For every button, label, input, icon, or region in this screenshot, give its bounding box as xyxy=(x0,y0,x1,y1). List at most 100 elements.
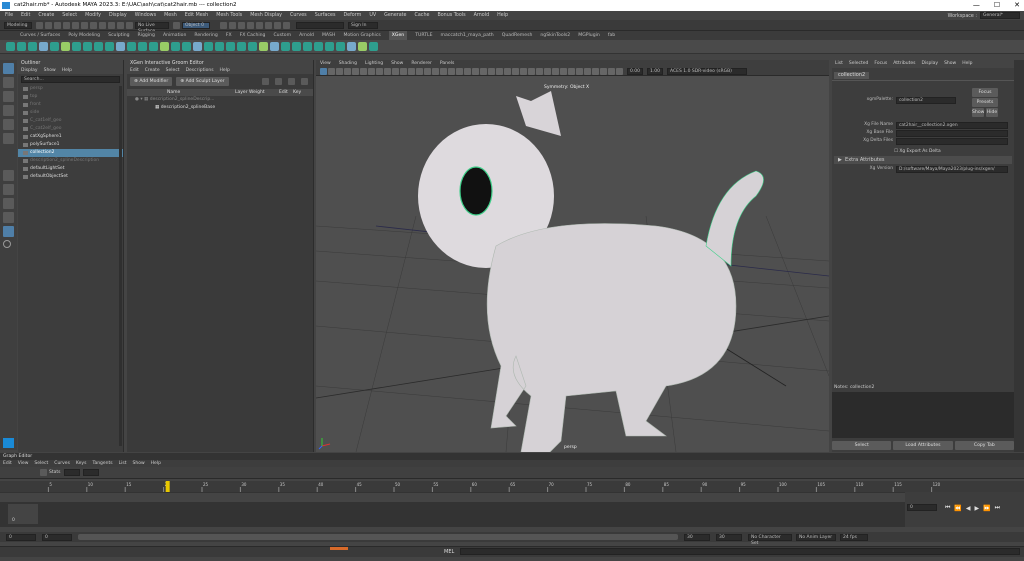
viewport-tool-icon[interactable] xyxy=(528,67,535,75)
maya-home-icon[interactable] xyxy=(3,438,14,448)
xgen-shelf-tool-icon[interactable] xyxy=(347,42,356,51)
outliner-menu-help[interactable]: Help xyxy=(62,67,72,74)
menu-create[interactable]: Create xyxy=(38,11,54,20)
viewport-tool-icon[interactable] xyxy=(424,67,431,75)
viewport-tool-icon[interactable] xyxy=(352,67,359,75)
viewport-tool-icon[interactable] xyxy=(432,67,439,75)
xgen-shelf-tool-icon[interactable] xyxy=(237,42,246,51)
xgen-shelf-tool-icon[interactable] xyxy=(39,42,48,51)
graph-menu-tangents[interactable]: Tangents xyxy=(92,460,112,467)
viewport-tool-icon[interactable] xyxy=(464,67,471,75)
viewport-menu-panels[interactable]: Panels xyxy=(440,60,454,67)
graph-layout-icon[interactable] xyxy=(3,226,14,237)
viewport-menu-view[interactable]: View xyxy=(320,60,331,67)
xgen-shelf-tool-icon[interactable] xyxy=(226,42,235,51)
viewport-tool-icon[interactable] xyxy=(552,67,559,75)
outliner-item[interactable]: collection2 xyxy=(18,149,123,157)
shelf-tab-xgen[interactable]: XGen xyxy=(388,31,408,40)
notes-field[interactable] xyxy=(832,392,1014,438)
graph-menu-help[interactable]: Help xyxy=(151,460,161,467)
arrow-left-icon[interactable] xyxy=(262,78,269,85)
menu-mesh-tools[interactable]: Mesh Tools xyxy=(216,11,242,20)
viewport-tool-icon[interactable] xyxy=(328,67,335,75)
viewport-tool-icon[interactable] xyxy=(448,67,455,75)
attr-row-field[interactable]: cat2hair__collection2.xgen xyxy=(896,122,1008,129)
attr-menu-help[interactable]: Help xyxy=(962,60,972,68)
xgen-shelf-tool-icon[interactable] xyxy=(325,42,334,51)
xgen-shelf-tool-icon[interactable] xyxy=(72,42,81,51)
timeline-strip[interactable] xyxy=(0,492,905,502)
menu-display[interactable]: Display xyxy=(109,11,127,20)
lasso-tool-icon[interactable] xyxy=(3,77,14,88)
viewport-tool-icon[interactable] xyxy=(408,67,415,75)
outliner-item[interactable]: catXgSphere1 xyxy=(18,133,123,141)
viewport-menu-renderer[interactable]: Renderer xyxy=(411,60,432,67)
range-inner-start-field[interactable]: 0 xyxy=(42,533,72,541)
select-button[interactable]: Select xyxy=(832,441,892,450)
viewport-menu-shading[interactable]: Shading xyxy=(339,60,357,67)
shelf-tab-quadremesh[interactable]: QuadRemesh xyxy=(502,31,533,40)
attr-menu-attributes[interactable]: Attributes xyxy=(893,60,915,68)
outliner-item[interactable]: C_cat1elf_geo xyxy=(18,117,123,125)
xgen-shelf-tool-icon[interactable] xyxy=(17,42,26,51)
xgen-shelf-tool-icon[interactable] xyxy=(281,42,290,51)
shelf-tab-ngskintools2[interactable]: ngSkinTools2 xyxy=(540,31,570,40)
xgen-row[interactable]: ▦ description2_splineBase xyxy=(127,104,313,112)
camera-icon[interactable] xyxy=(283,21,290,29)
shelf-tab-mash[interactable]: MASH xyxy=(322,31,335,40)
minimize-button[interactable]: — xyxy=(973,0,980,11)
viewport-panel[interactable]: View Shading Lighting Show Renderer Panels 0.… xyxy=(316,60,829,452)
viewport-tool-icon[interactable] xyxy=(504,67,511,75)
select-hierarchy-icon[interactable] xyxy=(81,21,88,29)
viewport-tool-icon[interactable] xyxy=(456,67,463,75)
play-forward-icon[interactable]: ▶ xyxy=(975,505,980,512)
shelf-tab-rigging[interactable]: Rigging xyxy=(138,31,155,40)
viewport-tool-icon[interactable] xyxy=(320,67,327,75)
xgen-shelf-tool-icon[interactable] xyxy=(94,42,103,51)
xgen-shelf-tool-icon[interactable] xyxy=(149,42,158,51)
xgen-menu-edit[interactable]: Edit xyxy=(130,67,139,74)
render-icon[interactable] xyxy=(220,21,227,29)
presets-button[interactable]: Presets xyxy=(972,98,998,107)
viewport-tool-icon[interactable] xyxy=(576,67,583,75)
xgen-row[interactable]: ● ▾ ▦ description2_splineDescrip... xyxy=(127,96,313,104)
move-tool-icon[interactable] xyxy=(3,105,14,116)
select-object-icon[interactable] xyxy=(90,21,97,29)
xgen-shelf-tool-icon[interactable] xyxy=(6,42,15,51)
viewport-tool-icon[interactable] xyxy=(616,67,623,75)
attr-menu-focus[interactable]: Focus xyxy=(874,60,887,68)
colorspace-select[interactable]: ACES 1.0 SDR-video (sRGB) xyxy=(667,67,747,75)
menu-modify[interactable]: Modify xyxy=(85,11,101,20)
viewport-tool-icon[interactable] xyxy=(488,67,495,75)
viewport-tool-icon[interactable] xyxy=(600,67,607,75)
stats-field-1[interactable] xyxy=(63,469,80,476)
export-delta-checkbox[interactable]: ☐ Xg Export As Delta xyxy=(894,149,941,154)
xgen-shelf-tool-icon[interactable] xyxy=(193,42,202,51)
scale-tool-icon[interactable] xyxy=(3,133,14,144)
node-name-field[interactable]: collection2 xyxy=(896,97,956,104)
viewport-tool-icon[interactable] xyxy=(344,67,351,75)
file-save-icon[interactable] xyxy=(54,21,61,29)
xgen-shelf-tool-icon[interactable] xyxy=(259,42,268,51)
shelf-tab-sculpting[interactable]: Sculpting xyxy=(108,31,129,40)
hypershade-icon[interactable] xyxy=(247,21,254,29)
shelf-tab-curves-surfaces[interactable]: Curves / Surfaces xyxy=(20,31,60,40)
outliner-scrollbar[interactable] xyxy=(119,86,122,446)
menu-file[interactable]: File xyxy=(5,11,13,20)
render-settings-icon[interactable] xyxy=(238,21,245,29)
attr-menu-show[interactable]: Show xyxy=(944,60,956,68)
xgen-shelf-tool-icon[interactable] xyxy=(160,42,169,51)
xgen-shelf-tool-icon[interactable] xyxy=(248,42,257,51)
extra-attributes-header[interactable]: ▶ Extra Attributes xyxy=(834,156,1012,164)
shelf-tab-motion-graphics[interactable]: Motion Graphics xyxy=(343,31,380,40)
focus-button[interactable]: Focus xyxy=(972,88,998,97)
menu-cache[interactable]: Cache xyxy=(415,11,430,20)
object-field[interactable]: Object 0 xyxy=(182,21,210,29)
viewport-tool-icon[interactable] xyxy=(440,67,447,75)
viewport-tool-icon[interactable] xyxy=(560,67,567,75)
outliner-search-input[interactable]: Search... xyxy=(21,76,120,83)
key-tool-icon[interactable] xyxy=(40,469,47,476)
xgen-shelf-tool-icon[interactable] xyxy=(314,42,323,51)
xgen-shelf-tool-icon[interactable] xyxy=(336,42,345,51)
viewport-menu-lighting[interactable]: Lighting xyxy=(365,60,383,67)
